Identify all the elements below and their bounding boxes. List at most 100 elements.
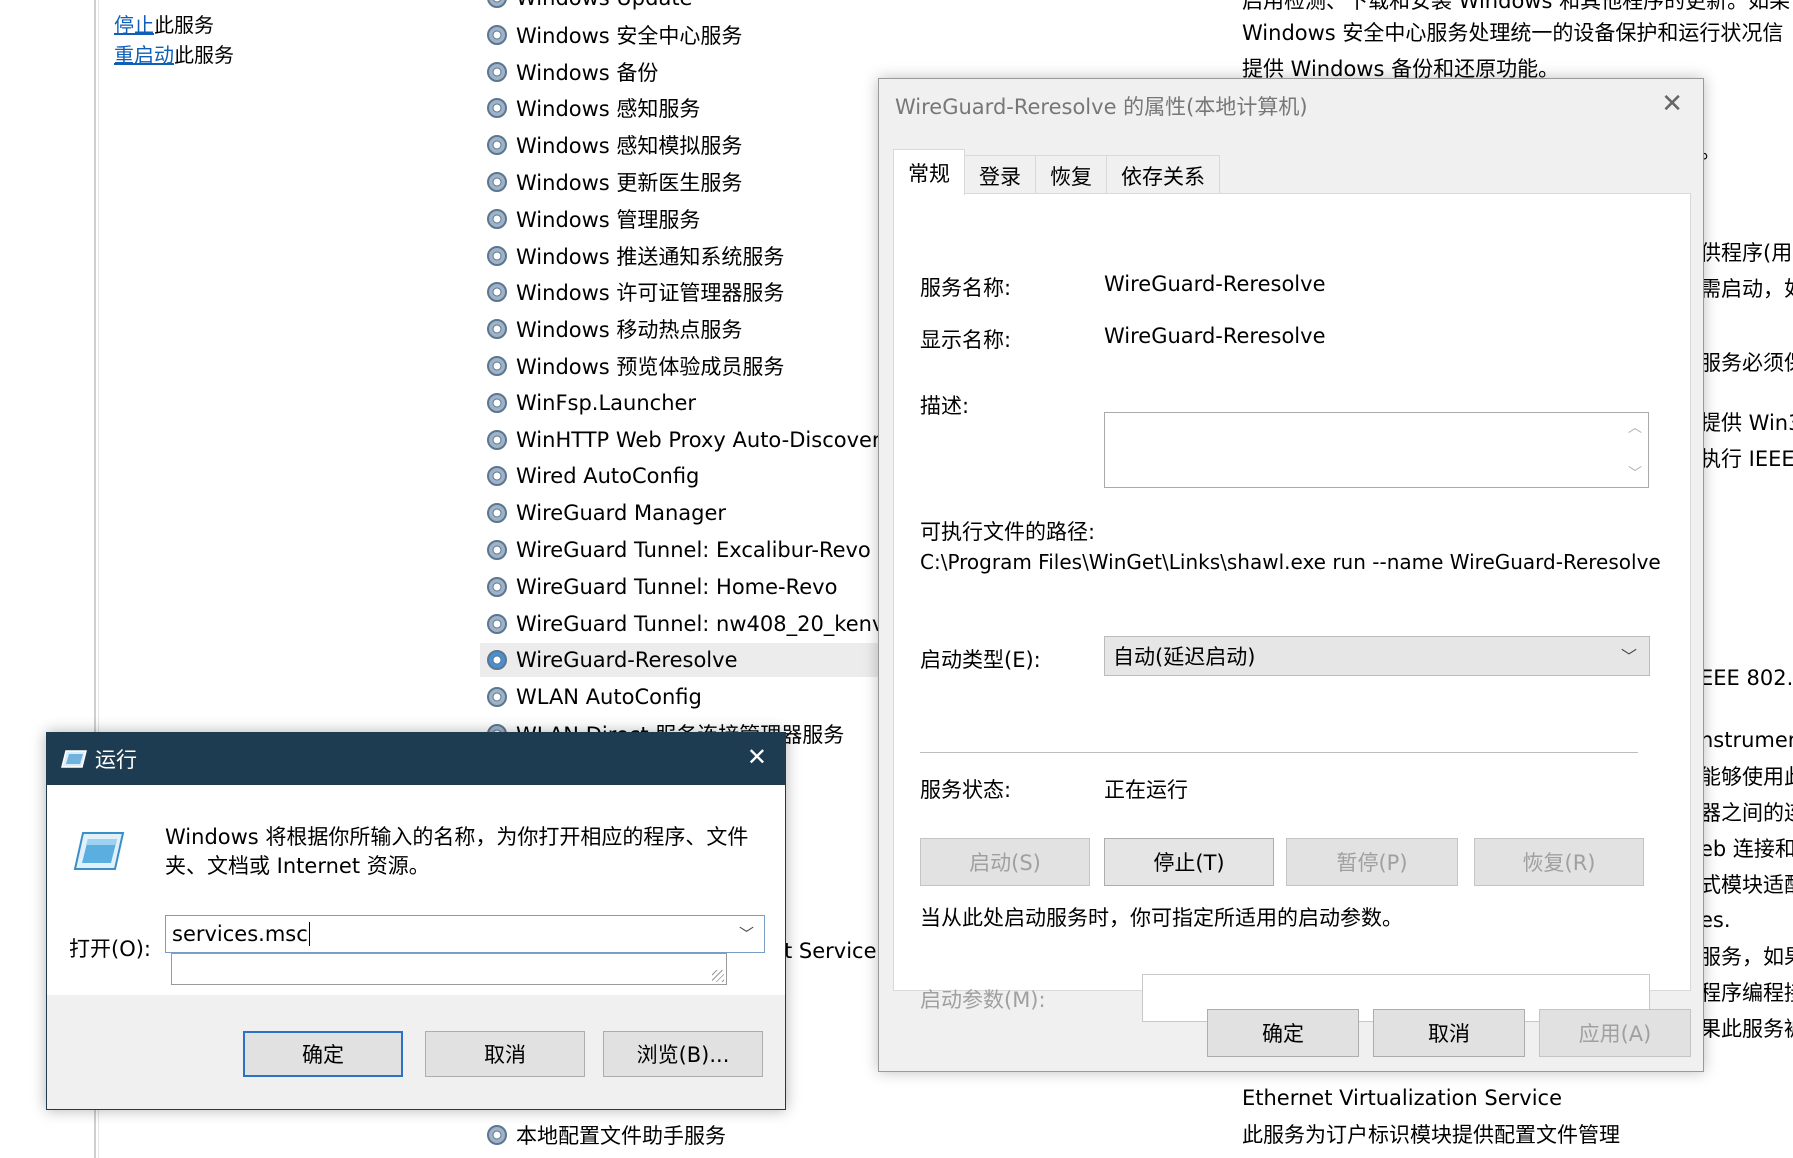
tab-general[interactable]: 常规 (893, 149, 965, 195)
gear-icon (487, 466, 507, 487)
service-row[interactable]: WireGuard Tunnel: Home-Revo (484, 570, 884, 604)
service-row[interactable]: Windows 管理服务 (484, 202, 884, 236)
service-name: Windows 许可证管理器服务 (516, 281, 785, 306)
tab-recovery[interactable]: 恢复 (1035, 155, 1107, 195)
startup-type-value: 自动(延迟启动) (1113, 645, 1256, 669)
start-params-hint: 当从此处启动服务时，你可指定所适用的启动参数。 (920, 906, 1403, 930)
ok-button[interactable]: 确定 (1207, 1009, 1359, 1057)
chevron-down-icon[interactable]: ﹀ (739, 923, 754, 944)
pause-service-button[interactable]: 暂停(P) (1286, 838, 1458, 886)
service-properties-dialog: WireGuard-Reresolve 的属性(本地计算机) ✕ 常规 登录 恢… (878, 78, 1704, 1072)
scroll-down-icon[interactable]: ﹀ (1628, 463, 1642, 483)
open-label: 打开(O): (69, 937, 151, 961)
service-name: WireGuard Manager (516, 501, 726, 526)
service-name: WLAN AutoConfig (516, 685, 702, 710)
gear-icon (487, 61, 507, 82)
tab-logon[interactable]: 登录 (964, 155, 1036, 195)
service-row[interactable]: Wired AutoConfig (484, 459, 884, 493)
service-name: Windows 安全中心服务 (516, 23, 743, 48)
description-cell: Ethernet Virtualization Service (1242, 1080, 1562, 1116)
startup-type-select[interactable]: 自动(延迟启动) ﹀ (1104, 636, 1650, 676)
service-name: Windows 推送通知系统服务 (516, 244, 785, 269)
resize-grip-icon[interactable] (712, 970, 724, 982)
service-name: Windows 管理服务 (516, 207, 701, 232)
description-column-bottom: Ethernet Virtualization Service 此服务为订户标识… (1242, 1080, 1793, 1158)
service-name: Windows 感知模拟服务 (516, 134, 743, 159)
description-fragment: 果此服务被 (1700, 1017, 1793, 1041)
service-row[interactable]: Windows 感知模拟服务 (484, 128, 884, 162)
display-name-value: WireGuard-Reresolve (1104, 324, 1326, 348)
service-row[interactable]: WinFsp.Launcher (484, 386, 884, 420)
service-name: Windows Update (516, 0, 692, 10)
scroll-up-icon[interactable]: ︿ (1628, 417, 1642, 437)
run-command-input[interactable]: services.msc ﹀ (165, 915, 765, 953)
service-row[interactable]: Windows 安全中心服务 (484, 18, 884, 52)
description-scrollbar[interactable]: ︿ ﹀ (1622, 413, 1648, 487)
service-row[interactable]: WLAN AutoConfig (484, 680, 884, 714)
executable-path: C:\Program Files\WinGet\Links\shawl.exe … (920, 550, 1661, 574)
service-name: WireGuard Tunnel: nw408_20_kenvix_ (516, 611, 884, 636)
gear-icon (487, 503, 507, 524)
stop-service-link[interactable]: 停止 (114, 13, 154, 37)
tab-bar: 常规 登录 恢复 依存关系 (893, 149, 1220, 195)
service-row[interactable]: Windows 备份 (484, 55, 884, 89)
description-fragment: 服务必须保 (1700, 351, 1793, 375)
apply-button[interactable]: 应用(A) (1539, 1009, 1691, 1057)
gear-icon (487, 0, 507, 8)
description-textarea[interactable]: ︿ ﹀ (1104, 412, 1649, 488)
description-fragment: 提供 Win3 (1700, 411, 1793, 435)
service-name: WinHTTP Web Proxy Auto-Discovery Service (516, 427, 884, 452)
service-row[interactable]: WinHTTP Web Proxy Auto-Discovery Service (484, 423, 884, 457)
service-row[interactable]: WireGuard Tunnel: nw408_20_kenvix_ (484, 607, 884, 641)
service-row[interactable]: 本地配置文件助手服务 (484, 1118, 884, 1152)
display-name-label: 显示名称: (920, 328, 1012, 352)
description-fragment: 服务，如果 (1700, 945, 1793, 969)
service-row[interactable]: Windows 预览体验成员服务 (484, 349, 884, 383)
cancel-button[interactable]: 取消 (425, 1031, 585, 1077)
service-name: Wired AutoConfig (516, 464, 700, 489)
service-name: Windows 预览体验成员服务 (516, 355, 785, 379)
service-row[interactable]: Windows 更新医生服务 (484, 165, 884, 199)
restart-service-link[interactable]: 重启动 (114, 43, 174, 67)
close-icon[interactable]: ✕ (1661, 89, 1683, 119)
service-row-fragment[interactable]: t Service (784, 934, 884, 968)
start-service-button[interactable]: 启动(S) (920, 838, 1090, 886)
description-text: 此服务为订户标识模块提供配置文件管理 (1242, 1123, 1620, 1147)
cancel-button[interactable]: 取消 (1373, 1009, 1525, 1057)
service-name: WireGuard-Reresolve (516, 648, 738, 673)
divider (920, 752, 1638, 753)
gear-icon (487, 24, 507, 45)
autocomplete-dropdown[interactable] (171, 953, 727, 985)
service-row[interactable]: Windows 移动热点服务 (484, 312, 884, 346)
resume-service-button[interactable]: 恢复(R) (1474, 838, 1644, 886)
close-icon[interactable]: ✕ (747, 743, 767, 771)
service-status-value: 正在运行 (1104, 778, 1188, 802)
service-row[interactable]: WireGuard Tunnel: Excalibur-Revo (484, 533, 884, 567)
description-fragment: EEE 802.1 (1700, 666, 1793, 690)
service-name-value: WireGuard-Reresolve (1104, 272, 1326, 296)
service-row[interactable]: Windows Update (484, 0, 884, 15)
start-params-label: 启动参数(M): (920, 988, 1046, 1012)
gear-icon (487, 687, 507, 708)
description-fragment: 式模块适配 (1700, 873, 1793, 897)
browse-button[interactable]: 浏览(B)... (603, 1031, 763, 1077)
description-fragment: eb 连接和 (1700, 837, 1793, 861)
service-row[interactable]: WireGuard Manager (484, 496, 884, 530)
stop-service-button[interactable]: 停止(T) (1104, 838, 1274, 886)
gear-icon (487, 282, 507, 303)
ok-button[interactable]: 确定 (243, 1031, 403, 1077)
service-row[interactable]: Windows 许可证管理器服务 (484, 275, 884, 309)
gear-icon (487, 576, 507, 597)
tab-dependencies[interactable]: 依存关系 (1106, 155, 1220, 195)
gear-icon (487, 1125, 507, 1145)
run-title-bar[interactable]: 运行 ✕ (47, 733, 785, 785)
description-label: 描述: (920, 394, 970, 418)
service-name: Windows 备份 (516, 60, 659, 85)
description-fragment: es. (1700, 908, 1731, 932)
service-row[interactable]: Windows 感知服务 (484, 91, 884, 125)
description-cell: 此服务为订户标识模块提供配置文件管理 (1242, 1116, 1620, 1152)
service-row[interactable]: Windows 推送通知系统服务 (484, 239, 884, 273)
service-status-label: 服务状态: (920, 778, 1012, 802)
gear-icon (487, 135, 507, 156)
run-title: 运行 (95, 748, 137, 772)
